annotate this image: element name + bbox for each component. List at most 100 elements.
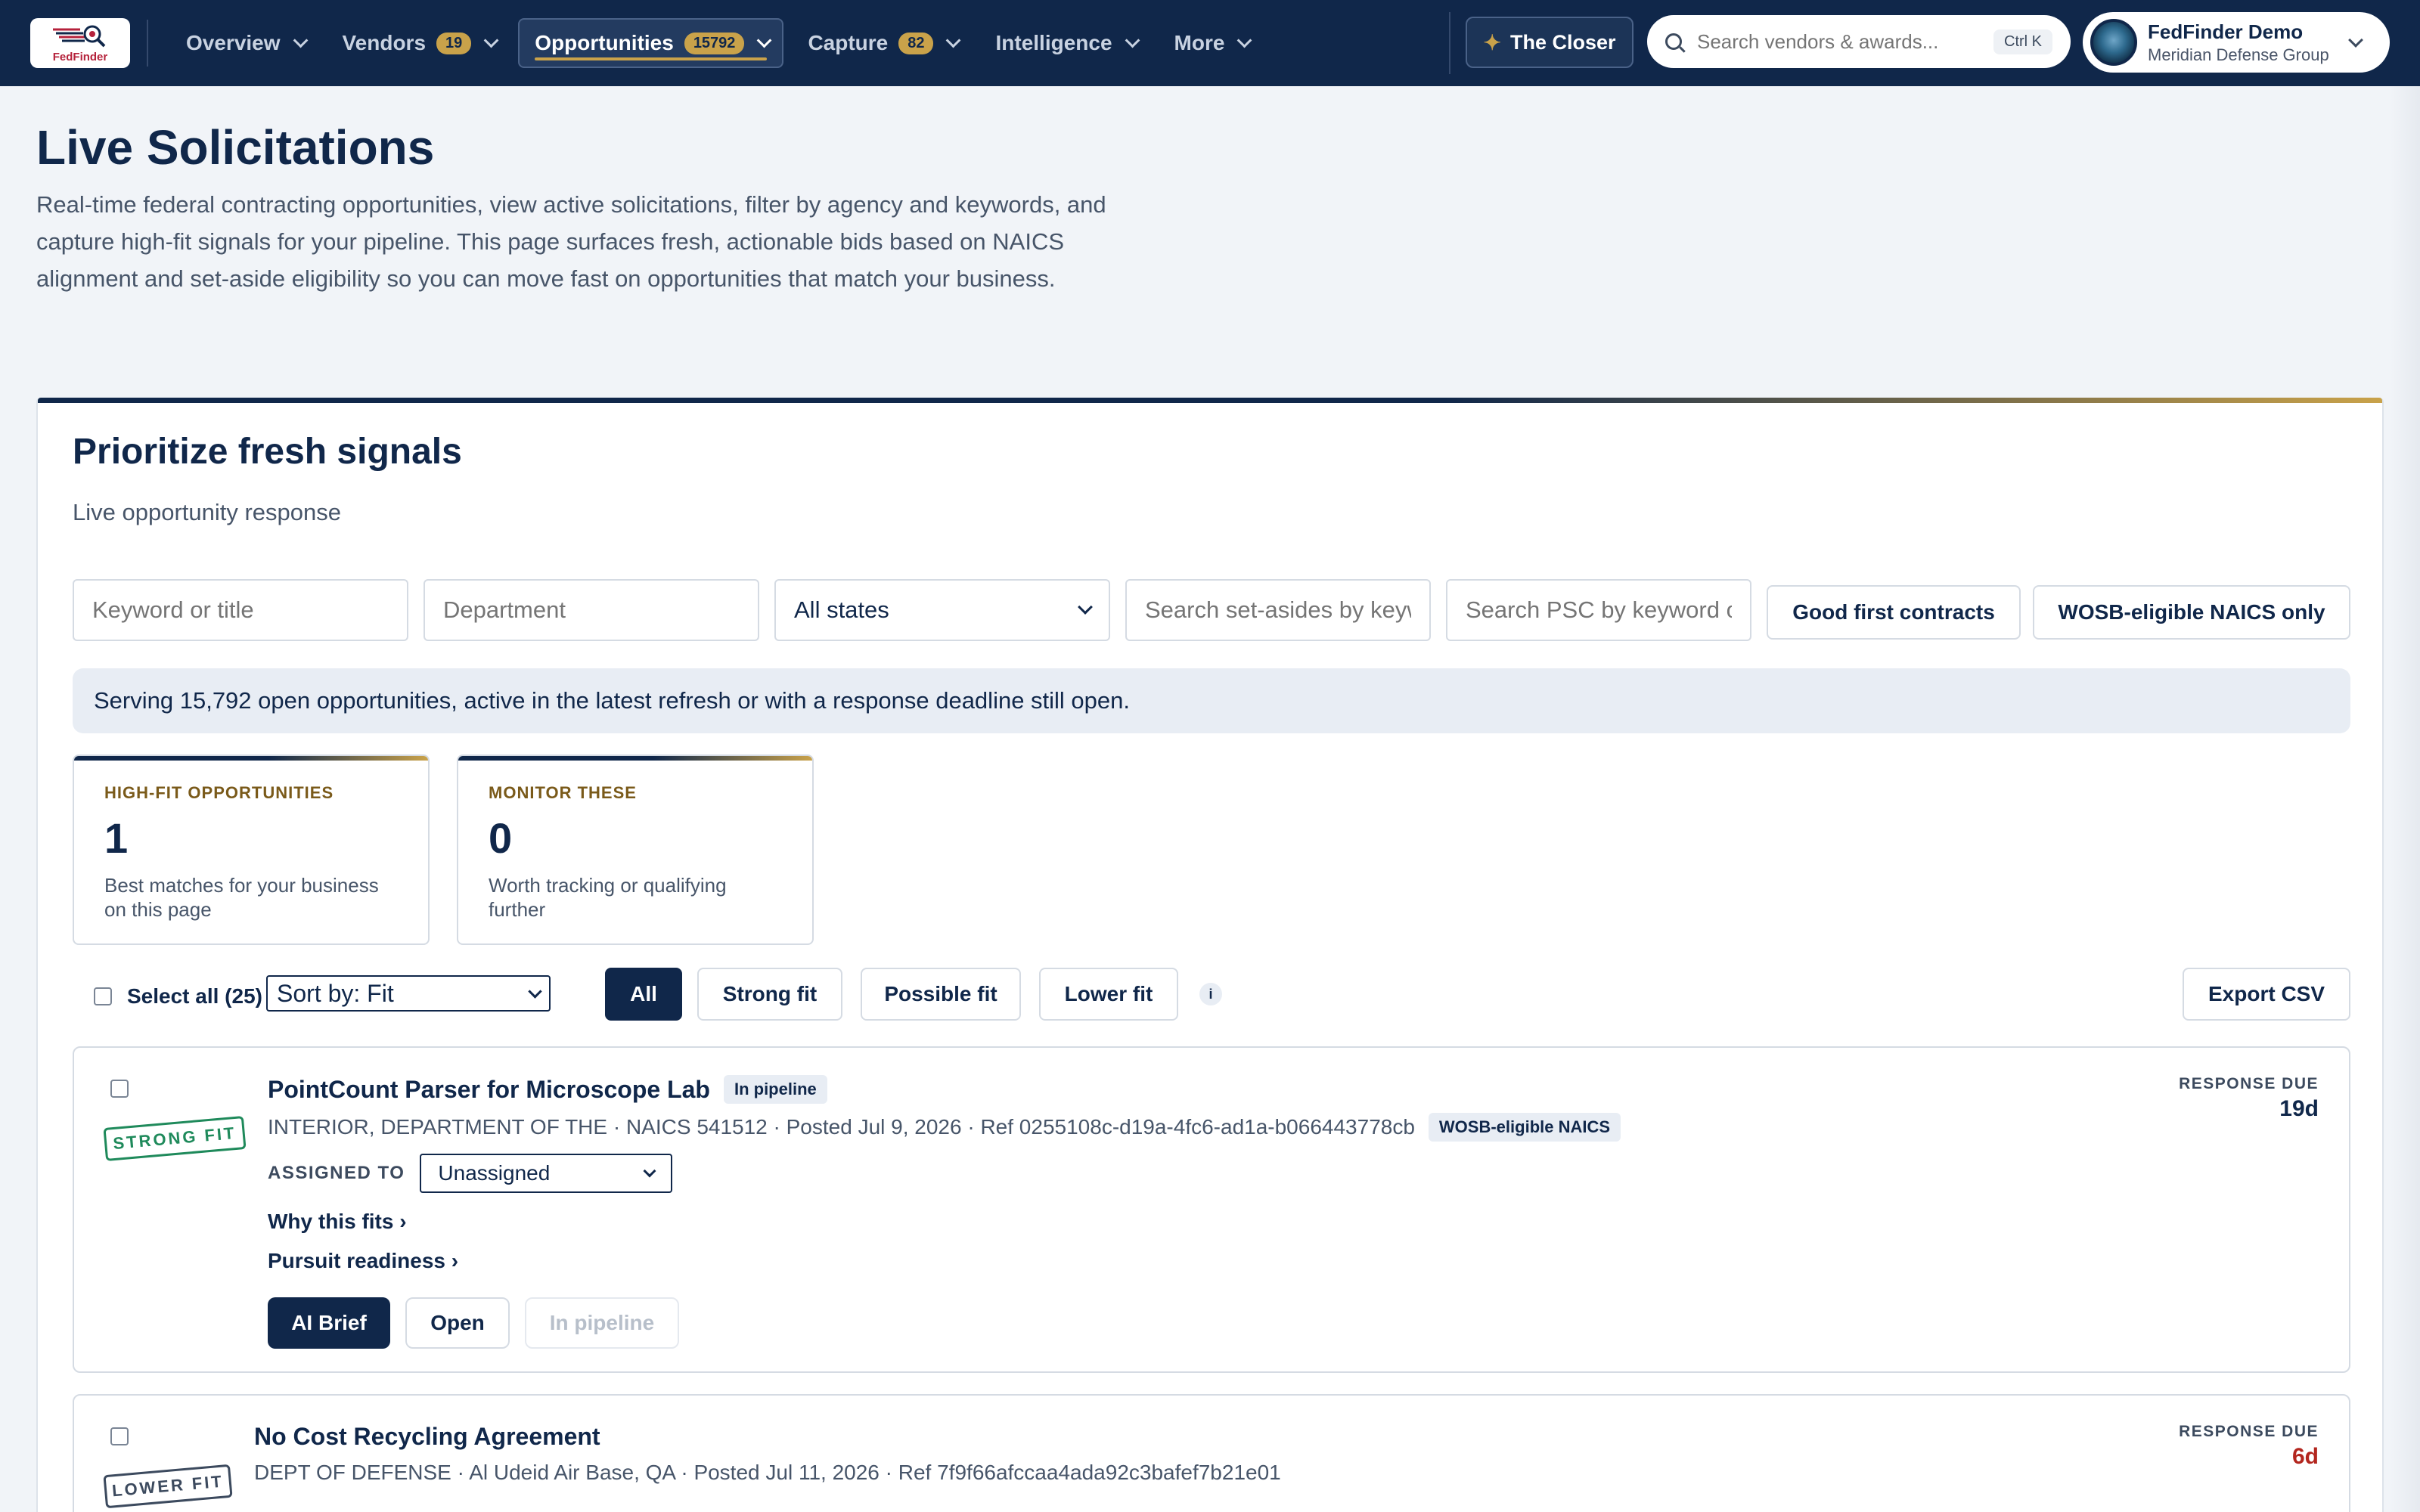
psc-search-input[interactable] [1446, 579, 1751, 641]
chevron-down-icon [1237, 33, 1252, 48]
page-edge-shadow [2390, 86, 2420, 1512]
stat-value: 0 [489, 814, 513, 862]
opportunity-meta: INTERIOR, DEPARTMENT OF THE · NAICS 5415… [268, 1113, 1621, 1142]
nav-intelligence-label: Intelligence [995, 31, 1112, 54]
select-all-checkbox[interactable] [94, 987, 112, 1005]
response-due: RESPONSE DUE 6d [2179, 1423, 2319, 1470]
filter-strong-fit-label: Strong fit [722, 982, 818, 1005]
fit-stamp-lower: LOWER FIT [103, 1464, 233, 1509]
vendors-count-badge: 19 [436, 32, 472, 54]
user-org: Meridian Defense Group [2148, 45, 2329, 64]
nav-intelligence[interactable]: Intelligence [980, 18, 1150, 68]
response-due: RESPONSE DUE 19d [2179, 1075, 2319, 1122]
response-due-label: RESPONSE DUE [2179, 1075, 2319, 1092]
user-name: FedFinder Demo [2148, 20, 2304, 43]
filter-all-label: All [630, 982, 657, 1005]
opportunity-title: PointCount Parser for Microscope Lab In … [268, 1075, 827, 1104]
filter-lower-fit-label: Lower fit [1064, 982, 1153, 1005]
page-description: Real-time federal contracting opportunit… [36, 191, 1106, 292]
card-subtitle: Live opportunity response [73, 499, 342, 525]
nav-more[interactable]: More [1159, 18, 1263, 68]
top-nav: FedFinder Overview Vendors 19 Opportunit… [0, 0, 2420, 86]
response-due-value: 6d [2291, 1444, 2319, 1469]
the-closer-button[interactable]: ✦ The Closer [1466, 17, 1634, 68]
nav-vendors-label: Vendors [342, 31, 427, 54]
pipeline-status-tag: In pipeline [723, 1075, 827, 1104]
assigned-to: ASSIGNED TO Unassigned [268, 1154, 673, 1193]
filter-all-button[interactable]: All [605, 968, 682, 1021]
opportunity-title-link[interactable]: PointCount Parser for Microscope Lab [268, 1076, 710, 1104]
in-pipeline-button: In pipeline [525, 1297, 679, 1349]
results-banner: Serving 15,792 open opportunities, activ… [73, 668, 2350, 733]
filter-possible-fit-label: Possible fit [884, 982, 997, 1005]
assigned-to-label: ASSIGNED TO [268, 1163, 405, 1183]
open-button[interactable]: Open [405, 1297, 510, 1349]
why-this-fits-toggle[interactable]: Why this fits › [268, 1210, 407, 1234]
nav-opportunities[interactable]: Opportunities 15792 [518, 18, 784, 68]
nav-overview[interactable]: Overview [171, 18, 318, 68]
select-all[interactable]: Select all (25) [79, 984, 262, 1009]
opportunity-meta-text: INTERIOR, DEPARTMENT OF THE · NAICS 5415… [268, 1115, 1415, 1139]
global-search[interactable]: Ctrl K [1647, 15, 2071, 68]
chevron-down-icon [1078, 600, 1093, 615]
department-input[interactable] [424, 579, 759, 641]
nav-overview-label: Overview [186, 31, 281, 54]
signals-card: Prioritize fresh signals Live opportunit… [36, 398, 2384, 1512]
opportunity-title: No Cost Recycling Agreement [254, 1423, 600, 1451]
good-first-contracts-label: Good first contracts [1792, 600, 1995, 624]
chevron-down-icon [643, 1164, 656, 1178]
user-menu[interactable]: FedFinder Demo Meridian Defense Group [2083, 12, 2390, 73]
search-icon [1665, 33, 1682, 50]
sort-select[interactable]: Sort by: Fit [266, 975, 551, 1012]
opportunity-card: LOWER FIT No Cost Recycling Agreement DE… [73, 1394, 2350, 1512]
state-select[interactable]: All states [774, 579, 1110, 641]
chevron-down-icon [2348, 33, 2363, 48]
chevron-down-icon [528, 984, 542, 999]
opportunity-meta-text: DEPT OF DEFENSE · Al Udeid Air Base, QA … [254, 1461, 1281, 1484]
response-due-value: 19d [2279, 1096, 2319, 1121]
opportunity-checkbox[interactable] [110, 1080, 129, 1098]
in-pipeline-label: In pipeline [549, 1311, 655, 1334]
select-all-label: Select all (25) [127, 984, 262, 1008]
stat-label: MONITOR THESE [489, 783, 637, 802]
fedfinder-logo[interactable]: FedFinder [30, 18, 130, 68]
filter-strong-fit-button[interactable]: Strong fit [697, 968, 842, 1021]
nav-vendors[interactable]: Vendors 19 [327, 18, 510, 68]
opportunity-checkbox[interactable] [110, 1427, 129, 1445]
card-title: Prioritize fresh signals [73, 432, 462, 472]
nav-more-label: More [1174, 31, 1225, 54]
stat-description: Best matches for your business on this p… [104, 874, 379, 921]
open-label: Open [430, 1311, 485, 1334]
stat-high-fit: HIGH-FIT OPPORTUNITIES 1 Best matches fo… [73, 754, 430, 945]
opportunity-title-link[interactable]: No Cost Recycling Agreement [254, 1423, 600, 1451]
info-icon[interactable]: i [1199, 983, 1222, 1005]
assignee-select[interactable]: Unassigned [420, 1154, 673, 1193]
nav-menu: Overview Vendors 19 Opportunities 15792 … [171, 18, 1262, 68]
stat-monitor: MONITOR THESE 0 Worth tracking or qualif… [457, 754, 814, 945]
logo-text: FedFinder [52, 50, 108, 64]
pursuit-readiness-toggle[interactable]: Pursuit readiness › [268, 1249, 458, 1273]
export-csv-button[interactable]: Export CSV [2183, 968, 2350, 1021]
search-input[interactable] [1697, 29, 1993, 54]
stat-label: HIGH-FIT OPPORTUNITIES [104, 783, 334, 802]
nav-capture[interactable]: Capture 82 [793, 18, 971, 68]
wosb-filter-label: WOSB-eligible NAICS only [2058, 600, 2325, 624]
fit-stamp-strong: STRONG FIT [103, 1115, 247, 1162]
filter-lower-fit-button[interactable]: Lower fit [1039, 968, 1178, 1021]
wosb-filter-button[interactable]: WOSB-eligible NAICS only [2033, 585, 2350, 640]
ai-brief-button[interactable]: AI Brief [268, 1297, 390, 1349]
card-accent-bar [38, 398, 2382, 403]
nav-capture-label: Capture [808, 31, 889, 54]
avatar [2090, 19, 2137, 66]
state-select-value: All states [794, 596, 889, 623]
good-first-contracts-button[interactable]: Good first contracts [1767, 585, 2021, 640]
fit-stamp-label: LOWER FIT [111, 1471, 225, 1501]
filter-possible-fit-button[interactable]: Possible fit [861, 968, 1021, 1021]
setaside-search-input[interactable] [1125, 579, 1431, 641]
nav-divider [147, 20, 148, 67]
sort-select-value: Sort by: Fit [277, 979, 394, 1007]
wosb-eligible-tag: WOSB-eligible NAICS [1428, 1113, 1621, 1142]
keyword-input[interactable] [73, 579, 408, 641]
stat-description: Worth tracking or qualifying further [489, 874, 727, 921]
results-banner-text: Serving 15,792 open opportunities, activ… [94, 687, 1131, 714]
